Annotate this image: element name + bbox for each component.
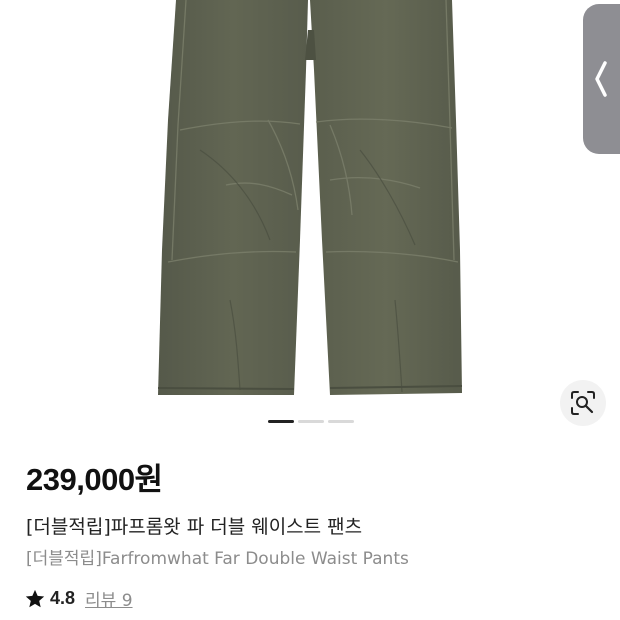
rating-value: 4.8 bbox=[50, 588, 76, 608]
review-link[interactable]: 리뷰 9 bbox=[85, 586, 133, 611]
product-subtitle: [더블적립]Farfromwhat Far Double Waist Pants bbox=[26, 549, 409, 569]
pants-photo bbox=[157, 0, 463, 395]
product-title: [더블적립]파프롬왓 파 더블 웨이스트 팬츠 bbox=[26, 516, 363, 538]
product-image[interactable] bbox=[0, 0, 620, 440]
image-pager bbox=[268, 420, 354, 423]
chevron-left-icon bbox=[595, 61, 607, 97]
product-price: 239,000원 bbox=[26, 462, 163, 497]
rating-row: 4.8 리뷰 9 bbox=[24, 586, 133, 611]
star-icon bbox=[25, 589, 45, 607]
lens-search-icon bbox=[571, 391, 595, 415]
pager-dot[interactable] bbox=[298, 420, 324, 423]
lens-search-button[interactable] bbox=[560, 380, 606, 426]
pager-dot[interactable] bbox=[328, 420, 354, 423]
side-drawer-tab[interactable] bbox=[583, 4, 620, 154]
pager-dot-active[interactable] bbox=[268, 420, 294, 423]
